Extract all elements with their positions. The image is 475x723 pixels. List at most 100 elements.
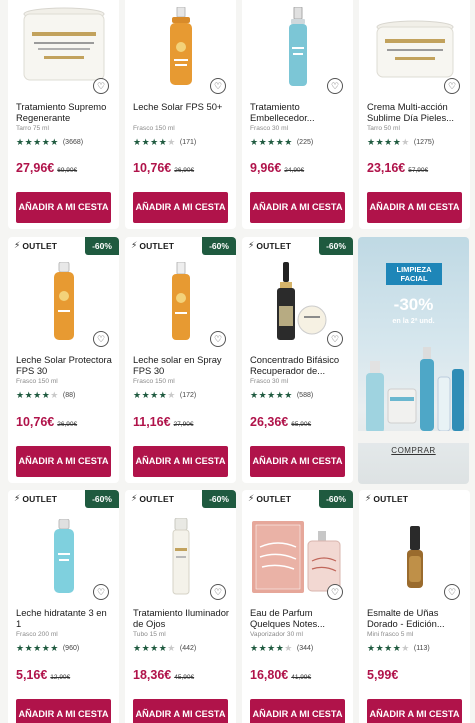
product-price: 23,16€ 57,90€ [367, 161, 428, 175]
favorite-heart-icon[interactable]: ♡ [444, 78, 460, 94]
old-price: 26,90€ [57, 421, 78, 428]
product-title[interactable]: Tratamiento Iluminador de Ojos [133, 607, 230, 629]
product-card[interactable]: ⚡ OUTLET -60% ♡ Eau de Parfum Quelques No… [242, 490, 353, 723]
product-price: 27,96€ 69,90€ [16, 161, 77, 175]
favorite-heart-icon[interactable]: ♡ [444, 584, 460, 600]
product-rating: ★★★★★ (442) [133, 643, 196, 654]
current-price: 26,36€ [250, 415, 289, 429]
product-image[interactable] [8, 0, 119, 90]
product-price: 10,76€ 26,90€ [16, 415, 77, 429]
outlet-label: ⚡ OUTLET [131, 240, 175, 251]
review-count: (172) [179, 392, 197, 399]
product-card[interactable]: ⚡ OUTLET ♡ Esmalte de Uñas Dorado - Edici… [359, 490, 470, 723]
current-price: 18,36€ [133, 668, 172, 682]
product-price: 9,96€ 24,90€ [250, 161, 304, 175]
review-count: (960) [62, 645, 80, 652]
favorite-heart-icon[interactable]: ♡ [93, 331, 109, 347]
old-price: 65,90€ [291, 421, 312, 428]
product-rating: ★★★★★ (225) [250, 137, 313, 148]
product-card[interactable]: ♡ Crema Multi-acción Sublime Día Pieles.… [359, 0, 470, 229]
rating-stars: ★★★★★ [16, 390, 59, 400]
outlet-label: ⚡ OUTLET [14, 493, 58, 504]
product-title[interactable]: Leche hidratante 3 en 1 [16, 607, 113, 629]
product-title[interactable]: Leche solar en Spray FPS 30 [133, 354, 230, 376]
product-card[interactable]: ⚡ OUTLET -60% ♡ Leche hidratante 3 en 1 F… [8, 490, 119, 723]
product-size: Tarro 50 ml [367, 125, 400, 132]
product-card[interactable]: ⚡ OUTLET -60% ♡ Concentrado Bifásico Recu… [242, 237, 353, 483]
product-price: 5,16€ 12,90€ [16, 668, 70, 682]
old-price: 26,90€ [174, 167, 195, 174]
product-card[interactable]: ♡ Tratamiento Embellecedor... Frasco 30 … [242, 0, 353, 229]
lightning-icon: ⚡ [14, 240, 21, 250]
favorite-heart-icon[interactable]: ♡ [210, 584, 226, 600]
add-to-cart-button[interactable]: AÑADIR A MI CESTA [133, 699, 228, 723]
add-to-cart-button[interactable]: AÑADIR A MI CESTA [16, 192, 111, 223]
current-price: 27,96€ [16, 161, 55, 175]
product-card[interactable]: ⚡ OUTLET -60% ♡ Leche solar en Spray FPS … [125, 237, 236, 483]
outlet-label: ⚡ OUTLET [14, 240, 58, 251]
card-header: ⚡ OUTLET -60% [8, 490, 119, 508]
old-price: 24,90€ [284, 167, 305, 174]
product-size: Frasco 200 ml [16, 631, 58, 638]
rating-stars: ★★★★★ [133, 390, 176, 400]
product-card[interactable]: ⚡ OUTLET -60% ♡ Tratamiento Iluminador de… [125, 490, 236, 723]
add-to-cart-button[interactable]: AÑADIR A MI CESTA [133, 446, 228, 477]
favorite-heart-icon[interactable]: ♡ [93, 78, 109, 94]
favorite-heart-icon[interactable]: ♡ [93, 584, 109, 600]
old-price: 45,90€ [174, 674, 195, 681]
product-title[interactable]: Esmalte de Uñas Dorado - Edición... [367, 607, 464, 629]
product-title[interactable]: Crema Multi-acción Sublime Día Pieles... [367, 101, 464, 123]
product-price: 26,36€ 65,90€ [250, 415, 311, 429]
favorite-heart-icon[interactable]: ♡ [327, 584, 343, 600]
favorite-heart-icon[interactable]: ♡ [210, 331, 226, 347]
add-to-cart-button[interactable]: AÑADIR A MI CESTA [250, 446, 345, 477]
add-to-cart-button[interactable]: AÑADIR A MI CESTA [367, 192, 462, 223]
lightning-icon: ⚡ [248, 493, 255, 503]
product-rating: ★★★★★ (171) [133, 137, 196, 148]
rating-stars: ★★★★★ [250, 137, 293, 147]
favorite-heart-icon[interactable]: ♡ [327, 78, 343, 94]
discount-badge: -60% [85, 237, 119, 255]
product-card[interactable]: ♡ Leche Solar FPS 50+ Frasco 150 ml ★★★★… [125, 0, 236, 229]
discount-badge: -60% [85, 490, 119, 508]
product-card[interactable]: ⚡ OUTLET -60% ♡ Leche Solar Protectora FP… [8, 237, 119, 483]
add-to-cart-button[interactable]: AÑADIR A MI CESTA [367, 699, 462, 723]
favorite-heart-icon[interactable]: ♡ [210, 78, 226, 94]
product-rating: ★★★★★ (172) [133, 390, 196, 401]
product-title[interactable]: Leche Solar FPS 50+ [133, 101, 230, 123]
discount-badge: -60% [319, 490, 353, 508]
promo-badge: LIMPIEZA FACIAL [386, 263, 442, 285]
product-price: 18,36€ 45,90€ [133, 668, 194, 682]
discount-badge: -60% [319, 237, 353, 255]
lightning-icon: ⚡ [14, 493, 21, 503]
review-count: (171) [179, 139, 197, 146]
product-title[interactable]: Concentrado Bifásico Recuperador de... [250, 354, 347, 376]
add-to-cart-button[interactable]: AÑADIR A MI CESTA [133, 192, 228, 223]
add-to-cart-button[interactable]: AÑADIR A MI CESTA [250, 699, 345, 723]
outlet-label: ⚡ OUTLET [248, 240, 292, 251]
current-price: 23,16€ [367, 161, 406, 175]
review-count: (225) [296, 139, 314, 146]
rating-stars: ★★★★★ [16, 643, 59, 653]
product-size: Frasco 150 ml [16, 378, 58, 385]
old-price: 41,99€ [291, 674, 312, 681]
add-to-cart-button[interactable]: AÑADIR A MI CESTA [16, 446, 111, 477]
product-size: Frasco 30 ml [250, 125, 289, 132]
card-header: ⚡ OUTLET -60% [125, 490, 236, 508]
product-title[interactable]: Tratamiento Embellecedor... [250, 101, 347, 123]
product-rating: ★★★★★ (88) [16, 390, 75, 401]
review-count: (3668) [62, 139, 84, 146]
old-price: 57,90€ [408, 167, 429, 174]
promo-banner[interactable]: LIMPIEZA FACIAL -30% en la 2ª und. COMPR… [358, 237, 469, 484]
product-title[interactable]: Eau de Parfum Quelques Notes... [250, 607, 347, 629]
favorite-heart-icon[interactable]: ♡ [327, 331, 343, 347]
add-to-cart-button[interactable]: AÑADIR A MI CESTA [16, 699, 111, 723]
product-card[interactable]: ♡ Tratamiento Supremo Regenerante Tarro … [8, 0, 119, 229]
product-rating: ★★★★★ (1275) [367, 137, 434, 148]
discount-badge: -60% [202, 237, 236, 255]
product-title[interactable]: Leche Solar Protectora FPS 30 [16, 354, 113, 376]
promo-buy-link[interactable]: COMPRAR [358, 446, 469, 455]
product-title[interactable]: Tratamiento Supremo Regenerante [16, 101, 113, 123]
add-to-cart-button[interactable]: AÑADIR A MI CESTA [250, 192, 345, 223]
outlet-label: ⚡ OUTLET [248, 493, 292, 504]
